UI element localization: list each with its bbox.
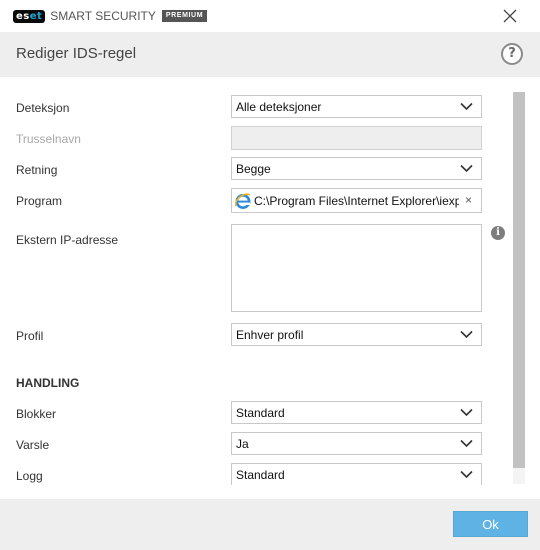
direction-label: Retning <box>16 163 58 177</box>
direction-select[interactable]: Begge <box>231 157 482 180</box>
log-value: Standard <box>236 468 285 482</box>
program-field[interactable]: C:\Program Files\Internet Explorer\iexpl… <box>231 188 482 213</box>
action-section-heading: HANDLING <box>16 376 80 390</box>
dialog-header: Rediger IDS-regel ? <box>0 32 540 77</box>
program-label: Program <box>16 194 63 208</box>
product-name: SMART SECURITY <box>50 9 156 23</box>
ok-button[interactable]: Ok <box>453 511 528 537</box>
notify-select[interactable]: Ja <box>231 432 482 455</box>
profile-value: Enhver profil <box>236 328 304 342</box>
direction-value: Begge <box>236 162 271 176</box>
threat-name-input <box>231 126 482 150</box>
title-bar: eset SMART SECURITY PREMIUM <box>0 0 540 32</box>
logo-mark: eset <box>13 9 46 23</box>
detection-label: Deteksjon <box>16 101 70 115</box>
dialog-title: Rediger IDS-regel <box>16 45 137 62</box>
chevron-down-icon <box>460 470 473 479</box>
clear-icon[interactable]: × <box>463 194 474 207</box>
product-tier-badge: PREMIUM <box>161 10 208 22</box>
detection-value: Alle deteksjoner <box>236 100 322 114</box>
remote-ip-textarea[interactable] <box>231 224 482 312</box>
remote-ip-label: Ekstern IP-adresse <box>16 233 119 247</box>
block-label: Blokker <box>16 407 57 421</box>
detection-select[interactable]: Alle deteksjoner <box>231 95 482 118</box>
vertical-scrollbar[interactable] <box>513 92 525 484</box>
dialog-footer: Ok <box>0 499 540 550</box>
block-select[interactable]: Standard <box>231 401 482 424</box>
profile-select[interactable]: Enhver profil <box>231 323 482 346</box>
internet-explorer-icon <box>235 193 251 209</box>
log-select[interactable]: Standard <box>231 463 482 485</box>
close-icon[interactable] <box>501 7 519 25</box>
threat-name-label: Trusselnavn <box>16 132 81 146</box>
notify-value: Ja <box>236 437 249 451</box>
notify-label: Varsle <box>16 438 50 452</box>
chevron-down-icon <box>460 408 473 417</box>
help-icon[interactable]: ? <box>501 43 523 65</box>
eset-logo: eset SMART SECURITY PREMIUM <box>13 9 208 23</box>
info-icon[interactable]: i <box>491 226 505 240</box>
program-path: C:\Program Files\Internet Explorer\iexpl… <box>254 194 459 208</box>
scrollbar-thumb[interactable] <box>513 92 525 468</box>
chevron-down-icon <box>460 102 473 111</box>
log-label: Logg <box>16 469 43 483</box>
profile-label: Profil <box>16 329 44 343</box>
chevron-down-icon <box>460 164 473 173</box>
block-value: Standard <box>236 406 285 420</box>
chevron-down-icon <box>460 439 473 448</box>
chevron-down-icon <box>460 330 473 339</box>
